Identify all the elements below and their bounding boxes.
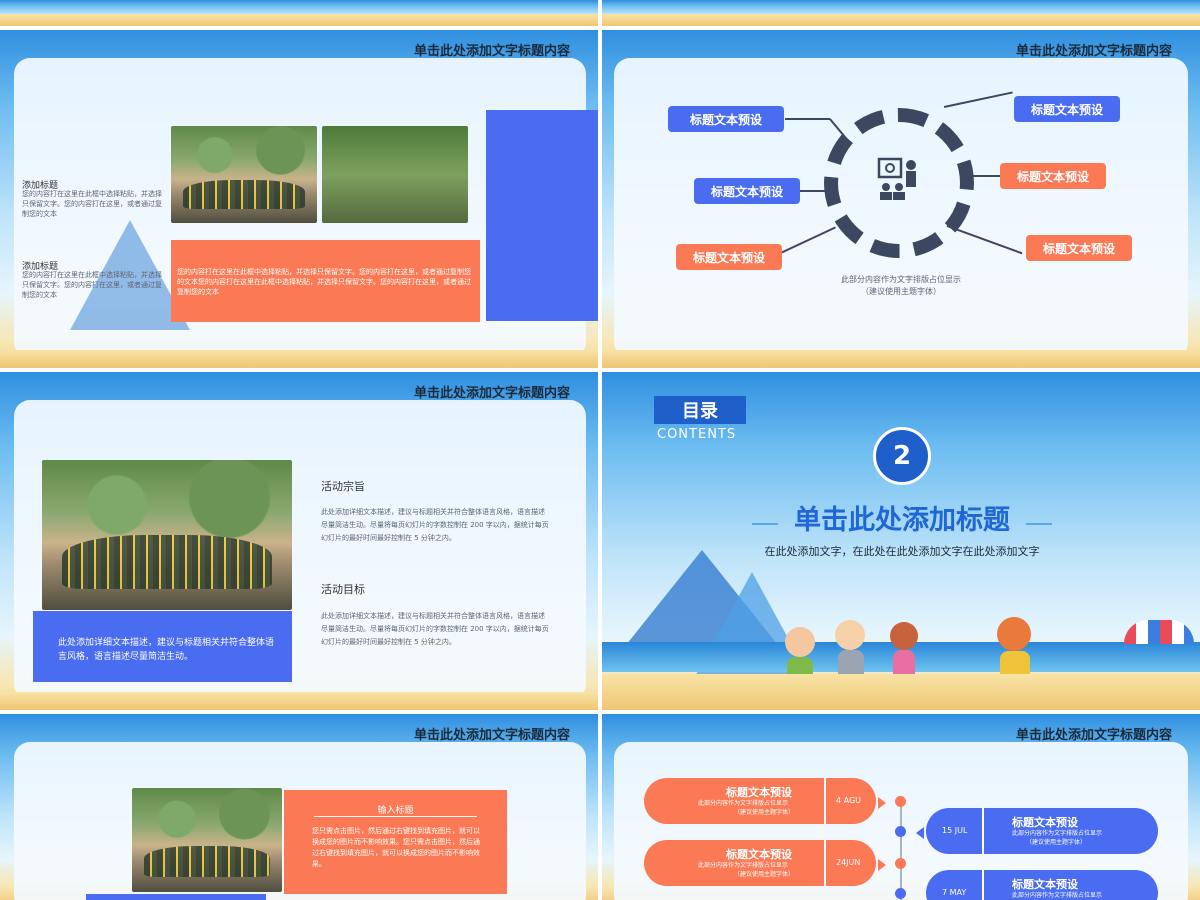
input-title: 输入标题 (377, 806, 414, 816)
caption-text: 此处添加详细文本描述，建议与标题相关并符合整体语言风格，语言描述尽量简洁生动。 (58, 638, 275, 662)
timeline-dot (895, 888, 906, 899)
pointer-arrow (916, 827, 924, 839)
contents-label: CONTENTS (657, 427, 737, 442)
timeline-dot (895, 858, 906, 869)
heading-1: 活动宗旨 (321, 480, 365, 493)
note-line1: 此部分内容作为文字排版占位显示 (841, 275, 961, 284)
timeline-date: 7 MAY (942, 888, 967, 897)
timeline-dot (895, 826, 906, 837)
timeline-item-title: 标题文本预设 (1012, 878, 1078, 891)
timeline-date: 15 JUL (942, 826, 968, 835)
kid-1 (785, 627, 815, 657)
input-title-underline (314, 816, 477, 817)
text-1: 此处添加详细文本描述，建议与标题相关并符合整体语言风格，语言描述尽量简洁生动。尽… (321, 508, 549, 542)
connector-line (962, 175, 1000, 177)
slide-title: 单击此处添加文字标题内容 (413, 386, 570, 401)
timeline-item-title: 标题文本预设 (726, 786, 792, 799)
sand-strip (602, 350, 1200, 368)
timeline-axis (900, 800, 902, 900)
pointer-arrow (878, 859, 886, 871)
text-2: 此处添加详细文本描述，建议与标题相关并符合整体语言风格，语言描述尽量简洁生动。尽… (321, 612, 549, 646)
slide-strip-right[interactable] (602, 0, 1200, 26)
photo-circle-game (171, 126, 317, 223)
timeline-date: 24JUN (836, 858, 861, 867)
slide-title: 单击此处添加文字标题内容 (1015, 728, 1172, 743)
timeline-item-desc: 此部分内容作为文字排版占位显示 (1012, 892, 1103, 899)
timeline-item-1: 标题文本预设 此部分内容作为文字排版占位显示 （建议使用主题字体） 4 AGU (644, 778, 876, 824)
slide-5-thumbnail[interactable]: 单击此处添加文字标题内容 输入标题 您只需点击图片，然后通过右键找到填充图片，就… (0, 714, 598, 900)
sand-strip (0, 350, 598, 368)
note-line2: （建议使用主题字体） (861, 287, 941, 296)
umbrella (1124, 620, 1194, 644)
pointer-arrow (878, 797, 886, 809)
timeline-item-2: 15 JUL 标题文本预设 此部分内容作为文字排版占位显示 （建议使用主题字体） (926, 808, 1158, 854)
connector-line (800, 190, 832, 192)
section-number: 2 (873, 427, 931, 485)
kid-3 (890, 622, 918, 650)
slide-title: 单击此处添加文字标题内容 (413, 44, 570, 59)
presentation-icon (877, 157, 922, 207)
timeline-item-desc: 此部分内容作为文字排版占位显示 (698, 800, 789, 807)
sand-strip (602, 674, 1200, 710)
timeline-item-4: 7 MAY 标题文本预设 此部分内容作为文字排版占位显示 (926, 870, 1158, 900)
connector-line (785, 118, 830, 120)
timeline-item-desc: 此部分内容作为文字排版占位显示 (698, 862, 789, 869)
timeline-item-desc: （建议使用主题字体） (734, 809, 795, 816)
toc-badge: 目录 (654, 396, 746, 424)
timeline-item-desc: （建议使用主题字体） (734, 871, 795, 878)
timeline-item-3: 标题文本预设 此部分内容作为文字排版占位显示 （建议使用主题字体） 24JUN (644, 840, 876, 886)
kid-2 (835, 620, 865, 650)
pill-divider (982, 870, 984, 900)
photo-climbing-frame (322, 126, 468, 223)
blue-block (86, 894, 266, 900)
heading-2: 活动目标 (321, 583, 365, 596)
timeline-item-desc: 此部分内容作为文字排版占位显示 (1012, 830, 1103, 837)
tag-left-top: 标题文本预设 (668, 106, 784, 132)
timeline-item-title: 标题文本预设 (726, 848, 792, 861)
timeline-dot (895, 796, 906, 807)
kid-4 (997, 617, 1031, 651)
slide-strip-left[interactable] (0, 0, 598, 26)
slide-1-thumbnail[interactable]: 单击此处添加文字标题内容 添加标题 您的内容打在这里在此框中选择粘贴，并选择只保… (0, 30, 598, 368)
sand-strip (602, 14, 1200, 26)
slide-title: 单击此处添加文字标题内容 (413, 728, 570, 743)
tag-right-bottom: 标题文本预设 (1026, 235, 1132, 261)
pill-divider (982, 808, 984, 854)
photo-circle-game (132, 788, 282, 892)
pill-divider (824, 840, 826, 886)
slide-6-thumbnail[interactable]: 单击此处添加文字标题内容 标题文本预设 此部分内容作为文字排版占位显示 （建议使… (602, 714, 1200, 900)
orange-box-text: 您只需点击图片，然后通过右键找到填充图片，就可以换成您的图片而不影响效果。您只需… (312, 827, 480, 868)
item1-text: 您的内容打在这里在此框中选择粘贴，并选择只保留文字。您的内容打在这里，或者通过复… (22, 190, 162, 218)
blue-block (486, 110, 598, 321)
timeline-item-title: 标题文本预设 (1012, 816, 1078, 829)
pill-divider (824, 778, 826, 824)
tag-left-bottom: 标题文本预设 (676, 244, 782, 270)
sand-strip (0, 692, 598, 710)
item2-text: 您的内容打在这里在此框中选择粘贴，并选择只保留文字。您的内容打在这里，或者通过复… (22, 271, 162, 299)
slide-title: 单击此处添加文字标题内容 (1015, 44, 1172, 59)
tag-right-middle: 标题文本预设 (1000, 163, 1106, 189)
slide-3-thumbnail[interactable]: 单击此处添加文字标题内容 此处添加详细文本描述，建议与标题相关并符合整体语言风格… (0, 372, 598, 710)
section-title: 单击此处添加标题 (794, 505, 1010, 536)
orange-box-text: 您的内容打在这里在此框中选择粘贴，并选择只保留文字。您的内容打在这里，或者通过复… (177, 268, 471, 296)
tag-left-middle: 标题文本预设 (694, 178, 800, 204)
sand-strip (0, 14, 598, 26)
timeline-date: 4 AGU (836, 796, 862, 805)
photo-circle-game-large (42, 460, 292, 610)
tag-right-top: 标题文本预设 (1014, 96, 1120, 122)
slide-2-thumbnail[interactable]: 单击此处添加文字标题内容 标题文本预设 标题文本预设 标题文本预设 标题文本预设… (602, 30, 1200, 368)
slide-4-thumbnail[interactable]: 目录 CONTENTS 2 单击此处添加标题 在此处添加文字，在此处在此处添加文… (602, 372, 1200, 710)
timeline-item-desc: （建议使用主题字体） (1026, 839, 1087, 846)
